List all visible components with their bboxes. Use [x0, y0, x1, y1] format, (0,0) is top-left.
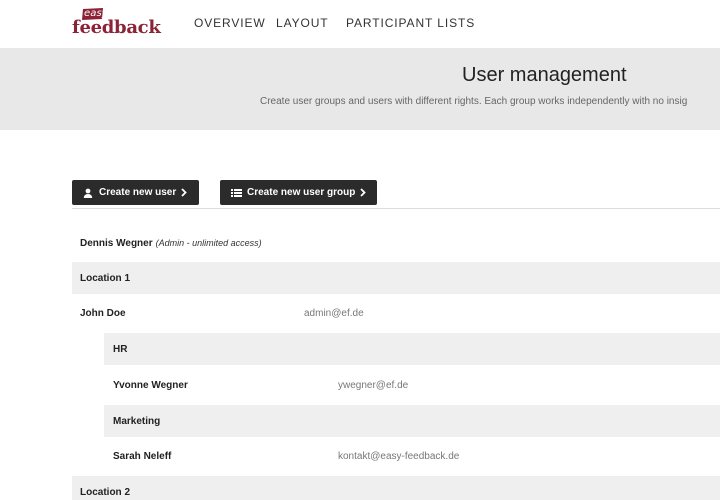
nav-overview[interactable]: OVERVIEW — [194, 16, 266, 30]
user-name: Dennis Wegner — [80, 237, 153, 249]
nav-participant-lists[interactable]: PARTICIPANT LISTS — [346, 16, 475, 30]
logo-wordmark: feedback — [72, 17, 161, 38]
location-name: Location 2 — [80, 486, 131, 498]
page-header: User management Create user groups and u… — [0, 48, 720, 130]
easy-feedback-logo[interactable]: easy feedback — [72, 8, 161, 42]
location-row[interactable]: Location 2 — [72, 476, 720, 500]
group-name: HR — [113, 343, 128, 355]
create-user-group-button[interactable]: Create new user group — [220, 180, 377, 205]
user-row[interactable]: Yvonne Wegner ywegner@ef.de — [104, 369, 720, 401]
page-subtitle: Create user groups and users with differ… — [260, 96, 688, 107]
chevron-right-icon — [181, 188, 188, 197]
create-user-button[interactable]: Create new user — [72, 180, 199, 205]
admin-user-row[interactable]: Dennis Wegner (Admin - unlimited access) — [72, 227, 720, 259]
user-name: Sarah Neleff — [113, 450, 172, 462]
user-name: John Doe — [80, 307, 126, 319]
group-row[interactable]: Marketing — [104, 405, 720, 437]
admin-note: (Admin - unlimited access) — [155, 238, 262, 248]
page-title: User management — [462, 64, 627, 86]
user-row[interactable]: John Doe admin@ef.de — [72, 297, 720, 329]
group-row[interactable]: HR — [104, 333, 720, 365]
chevron-right-icon — [360, 188, 367, 197]
user-email: admin@ef.de — [304, 307, 364, 319]
user-row[interactable]: Sarah Neleff kontakt@easy-feedback.de — [104, 440, 720, 472]
user-name: Yvonne Wegner — [113, 379, 188, 391]
location-row[interactable]: Location 1 — [72, 262, 720, 294]
top-navigation-bar: easy feedback OVERVIEW LAYOUT PARTICIPAN… — [0, 0, 720, 48]
create-user-label: Create new user — [99, 187, 177, 198]
nav-layout[interactable]: LAYOUT — [276, 16, 329, 30]
divider — [72, 208, 720, 209]
list-icon — [230, 187, 242, 199]
user-email: ywegner@ef.de — [338, 379, 409, 391]
user-icon — [82, 187, 94, 199]
group-name: Marketing — [113, 415, 161, 427]
create-user-group-label: Create new user group — [247, 187, 356, 198]
location-name: Location 1 — [80, 272, 131, 284]
user-email: kontakt@easy-feedback.de — [338, 450, 460, 462]
